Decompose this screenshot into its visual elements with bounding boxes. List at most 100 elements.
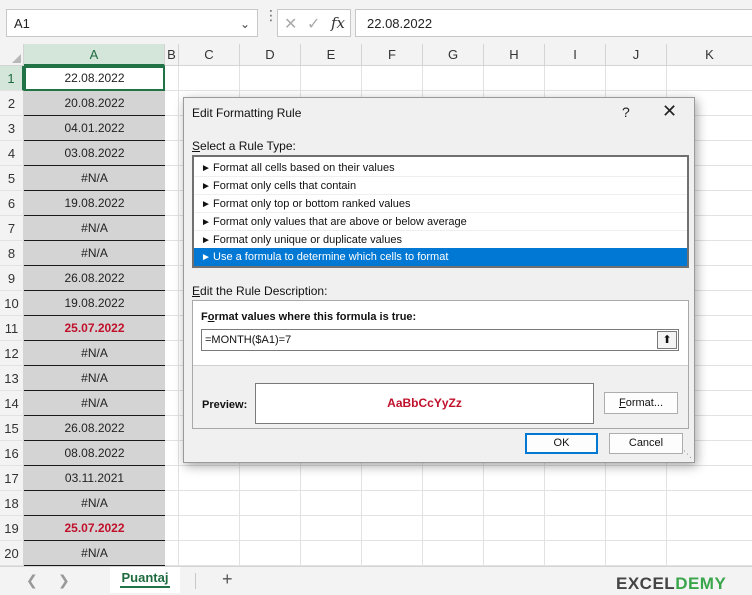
sheet-tab-bar: ❮ ❯ Puantaj + EXCELDEMY: [0, 566, 752, 595]
row-header[interactable]: 14: [0, 391, 24, 416]
row-header[interactable]: 10: [0, 291, 24, 316]
active-cell[interactable]: 22.08.2022: [24, 66, 165, 91]
preview-box: AaBbCcYyZz: [255, 383, 594, 424]
cell[interactable]: 26.08.2022: [24, 266, 165, 291]
rule-type-item[interactable]: ► Format only unique or duplicate values: [194, 231, 687, 249]
row-header[interactable]: 18: [0, 491, 24, 516]
rule-type-item[interactable]: ► Format all cells based on their values: [194, 159, 687, 177]
row-header[interactable]: 12: [0, 341, 24, 366]
row-header[interactable]: 20: [0, 541, 24, 566]
chevron-down-icon[interactable]: ⌄: [240, 17, 250, 31]
cell[interactable]: #N/A: [24, 541, 165, 566]
cancel-x-icon[interactable]: ✕: [284, 14, 297, 34]
rule-type-item[interactable]: ► Format only top or bottom ranked values: [194, 195, 687, 213]
column-header-f[interactable]: F: [362, 44, 423, 66]
column-header-h[interactable]: H: [484, 44, 545, 66]
cell[interactable]: 03.11.2021: [24, 466, 165, 491]
logo-text: EXCEL: [616, 574, 676, 593]
row-header[interactable]: 6: [0, 191, 24, 216]
formula-section: Format values where this formula is true…: [193, 301, 688, 366]
rule-formula-value: =MONTH($A1)=7: [205, 334, 292, 346]
cell[interactable]: 20.08.2022: [24, 91, 165, 116]
row-header[interactable]: 11: [0, 316, 24, 341]
column-header-i[interactable]: I: [545, 44, 606, 66]
close-icon[interactable]: ✕: [662, 101, 677, 122]
row-header[interactable]: 16: [0, 441, 24, 466]
cell[interactable]: 08.08.2022: [24, 441, 165, 466]
cell[interactable]: #N/A: [24, 366, 165, 391]
name-box-value: A1: [14, 16, 30, 31]
arrow-right-icon: ►: [201, 199, 211, 210]
column-header-d[interactable]: D: [240, 44, 301, 66]
watermark-logo: EXCELDEMY: [616, 574, 726, 594]
collapse-dialog-icon[interactable]: ⬆: [657, 331, 677, 349]
cell[interactable]: 26.08.2022: [24, 416, 165, 441]
row-header[interactable]: 13: [0, 366, 24, 391]
column-header-g[interactable]: G: [423, 44, 484, 66]
cell[interactable]: #N/A: [24, 241, 165, 266]
row-header[interactable]: 17: [0, 466, 24, 491]
sheet-tab-label: Puantaj: [119, 570, 171, 588]
rule-formula-input[interactable]: =MONTH($A1)=7 ⬆: [201, 329, 679, 351]
rule-type-list[interactable]: ► Format all cells based on their values …: [192, 155, 689, 268]
column-header-e[interactable]: E: [301, 44, 362, 66]
plus-icon[interactable]: +: [222, 569, 233, 590]
row-header[interactable]: 1: [0, 66, 24, 91]
row-header[interactable]: 8: [0, 241, 24, 266]
row-header[interactable]: 15: [0, 416, 24, 441]
column-header-c[interactable]: C: [179, 44, 240, 66]
confirm-check-icon[interactable]: ✓: [307, 14, 320, 34]
drag-handle-icon[interactable]: ⋮: [264, 8, 278, 34]
row-header[interactable]: 4: [0, 141, 24, 166]
select-rule-type-label: Select a Rule Type:: [192, 139, 296, 153]
cell[interactable]: 25.07.2022: [24, 516, 165, 541]
format-button[interactable]: Format...: [604, 392, 678, 414]
rule-type-item-selected[interactable]: ► Use a formula to determine which cells …: [194, 248, 687, 266]
tab-divider: [195, 573, 196, 589]
resize-grip-icon[interactable]: ⋱: [683, 449, 692, 460]
preview-label: Preview:: [202, 399, 248, 411]
dialog-title: Edit Formatting Rule: [192, 106, 302, 120]
logo-accent: DEMY: [675, 574, 727, 593]
cell[interactable]: 19.08.2022: [24, 291, 165, 316]
column-header-b[interactable]: B: [165, 44, 179, 66]
column-header-j[interactable]: J: [606, 44, 667, 66]
column-header-k[interactable]: K: [667, 44, 752, 66]
formula-bar: A1 ⌄ ⋮ ✕ ✓ fx 22.08.2022: [0, 0, 752, 44]
chevron-right-icon[interactable]: ❯: [58, 572, 70, 589]
edit-rule-description-label: Edit the Rule Description:: [192, 284, 328, 298]
cell[interactable]: 03.08.2022: [24, 141, 165, 166]
grid-row-line: [165, 540, 752, 541]
cell[interactable]: 25.07.2022: [24, 316, 165, 341]
help-icon[interactable]: ?: [622, 104, 630, 120]
row-header[interactable]: 3: [0, 116, 24, 141]
rule-type-item[interactable]: ► Format only cells that contain: [194, 177, 687, 195]
chevron-left-icon[interactable]: ❮: [26, 572, 38, 589]
grid-row-line: [165, 490, 752, 491]
cancel-button[interactable]: Cancel: [609, 433, 683, 454]
column-header-a[interactable]: A: [24, 44, 165, 66]
row-header[interactable]: 9: [0, 266, 24, 291]
select-all-corner[interactable]: [0, 44, 24, 66]
cell[interactable]: #N/A: [24, 391, 165, 416]
row-header[interactable]: 2: [0, 91, 24, 116]
cell[interactable]: #N/A: [24, 491, 165, 516]
row-header[interactable]: 19: [0, 516, 24, 541]
cell[interactable]: #N/A: [24, 216, 165, 241]
ok-button[interactable]: OK: [525, 433, 598, 454]
row-header[interactable]: 5: [0, 166, 24, 191]
row-header[interactable]: 7: [0, 216, 24, 241]
grid-column-line: [178, 66, 179, 566]
sheet-tab-puantaj[interactable]: Puantaj: [110, 567, 180, 593]
cell[interactable]: 04.01.2022: [24, 116, 165, 141]
cell[interactable]: 19.08.2022: [24, 191, 165, 216]
formula-input[interactable]: 22.08.2022: [355, 9, 752, 37]
grid-row-line: [165, 90, 752, 91]
name-box[interactable]: A1 ⌄: [6, 9, 258, 37]
rule-type-item[interactable]: ► Format only values that are above or be…: [194, 213, 687, 231]
formula-label: Format values where this formula is true…: [201, 311, 417, 323]
formula-input-value: 22.08.2022: [367, 16, 433, 31]
cell[interactable]: #N/A: [24, 341, 165, 366]
fx-icon[interactable]: fx: [331, 14, 345, 32]
cell[interactable]: #N/A: [24, 166, 165, 191]
